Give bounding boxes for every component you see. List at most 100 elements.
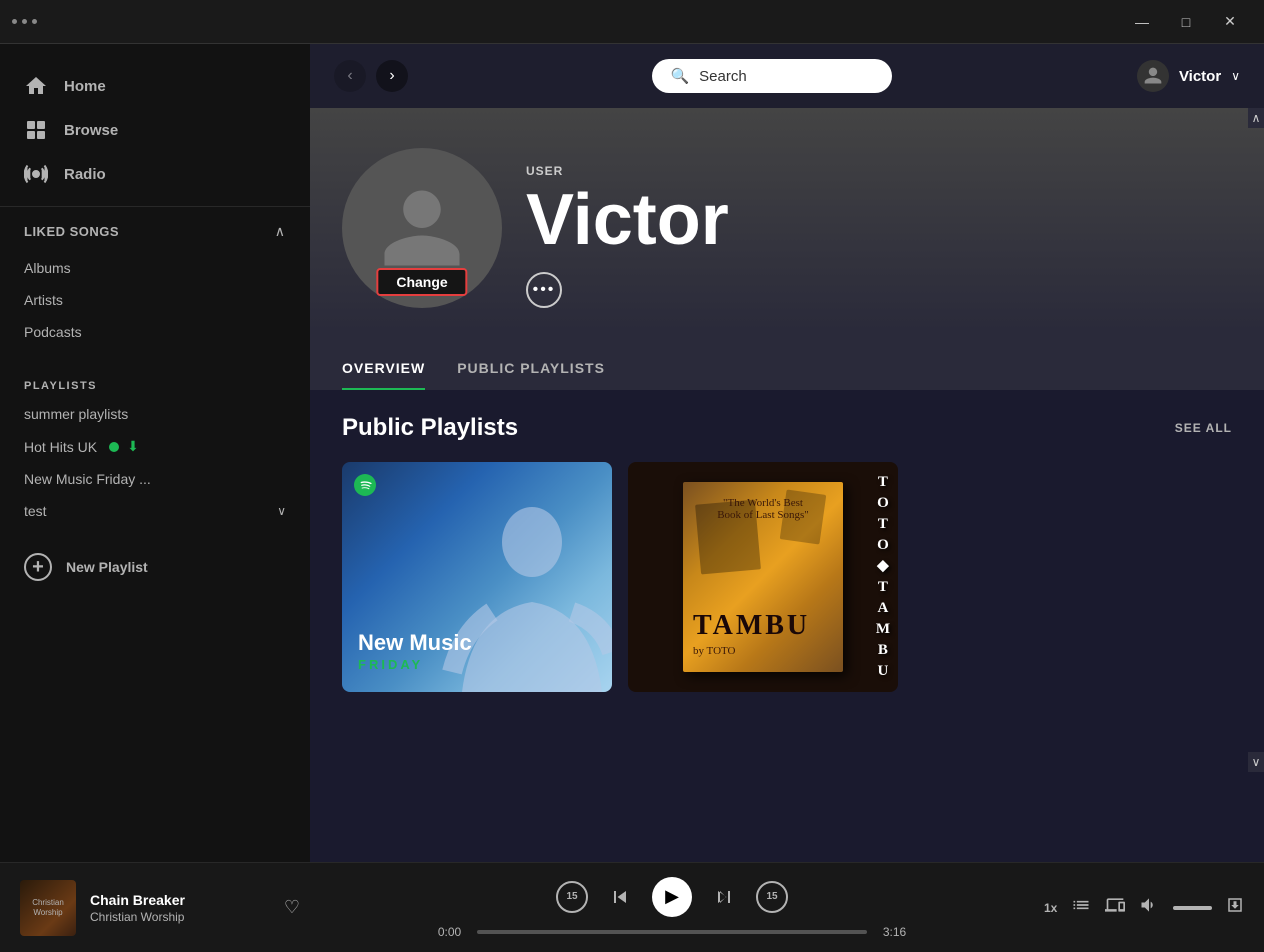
play-pause-button[interactable]: ▶ xyxy=(652,877,692,917)
sidebar-item-home[interactable]: Home xyxy=(0,64,310,108)
profile-header: Change USER Victor ••• xyxy=(310,108,1264,332)
progress-bar[interactable] xyxy=(477,930,867,934)
browse-icon xyxy=(24,118,48,142)
change-photo-button[interactable]: Change xyxy=(376,268,467,296)
tabs: OVERVIEW PUBLIC PLAYLISTS xyxy=(342,348,1232,390)
home-icon xyxy=(24,74,48,98)
new-music-friday-label: New Music Friday ... xyxy=(24,471,151,487)
scroll-down-arrow[interactable]: ∨ xyxy=(1248,752,1264,772)
window-controls: — □ ✕ xyxy=(1120,0,1252,44)
search-placeholder: Search xyxy=(699,68,747,85)
track-artist: Christian Worship xyxy=(90,910,270,924)
player-bar: Christian Worship Chain Breaker Christia… xyxy=(0,862,1264,952)
previous-button[interactable] xyxy=(608,885,632,909)
forward-arrow-icon: › xyxy=(389,67,394,85)
heart-button[interactable]: ♡ xyxy=(284,897,300,918)
main-area: Home Browse Radio Liked Songs ∧ xyxy=(0,44,1264,862)
sidebar-item-artists[interactable]: Artists xyxy=(0,284,310,316)
back-arrow-icon: ‹ xyxy=(347,67,352,85)
new-playlist-button[interactable]: + New Playlist xyxy=(0,543,310,591)
toto-side-text: TOTO◆TAMBU xyxy=(876,462,890,692)
scroll-up-arrow[interactable]: ∧ xyxy=(1248,108,1264,128)
public-playlists-title: Public Playlists xyxy=(342,414,518,442)
devices-icon[interactable] xyxy=(1105,895,1125,920)
playlists-label: PLAYLISTS xyxy=(0,368,310,398)
dot-3 xyxy=(32,19,37,24)
playlist-item-summer[interactable]: summer playlists xyxy=(0,398,310,430)
speed-button[interactable]: 1x xyxy=(1044,901,1057,915)
playlists-content-header: Public Playlists SEE ALL xyxy=(342,414,1232,442)
radio-icon xyxy=(24,162,48,186)
playlist-cards: New Music FRIDAY xyxy=(342,462,1232,692)
expand-button[interactable] xyxy=(1226,896,1244,919)
volume-icon xyxy=(1139,895,1159,920)
hot-hits-name: Hot Hits UK ⬇ xyxy=(24,438,139,455)
see-all-button[interactable]: SEE ALL xyxy=(1175,421,1232,435)
playlists-section: PLAYLISTS summer playlists Hot Hits UK ⬇… xyxy=(0,360,310,535)
library-header[interactable]: Liked Songs ∧ xyxy=(0,215,310,248)
sidebar-nav: Home Browse Radio xyxy=(0,44,310,206)
podcasts-label: Podcasts xyxy=(24,324,82,340)
tab-public-playlists[interactable]: PUBLIC PLAYLISTS xyxy=(457,348,605,390)
hot-hits-label: Hot Hits UK xyxy=(24,439,97,455)
skip-back-button[interactable]: 15 xyxy=(556,881,588,913)
user-chevron-icon: ∨ xyxy=(1231,69,1240,83)
skip-forward-button[interactable]: 15 xyxy=(756,881,788,913)
home-label: Home xyxy=(64,78,106,95)
liked-songs-label: Liked Songs xyxy=(24,224,119,239)
toto-tambu-card[interactable]: TAMBU by TOTO "The World's Best Book of … xyxy=(628,462,898,692)
sidebar-item-podcasts[interactable]: Podcasts xyxy=(0,316,310,348)
maximize-button[interactable]: □ xyxy=(1164,0,1208,44)
sidebar-item-radio[interactable]: Radio xyxy=(0,152,310,196)
public-playlists-content: Public Playlists SEE ALL xyxy=(310,390,1264,716)
playlist-item-hothits[interactable]: Hot Hits UK ⬇ xyxy=(0,430,310,463)
spotify-logo xyxy=(354,474,376,496)
user-type-label: USER xyxy=(526,164,729,178)
top-nav: ‹ › 🔍 Search Victor ∨ xyxy=(310,44,1264,108)
new-music-card-label: New Music FRIDAY xyxy=(358,631,472,672)
profile-name: Victor xyxy=(526,184,729,256)
sidebar-item-albums[interactable]: Albums xyxy=(0,252,310,284)
minimize-button[interactable]: — xyxy=(1120,0,1164,44)
new-playlist-label: New Playlist xyxy=(66,559,148,575)
toto-album-cover: TAMBU by TOTO "The World's Best Book of … xyxy=(683,482,843,672)
artists-label: Artists xyxy=(24,292,63,308)
album-art: Christian Worship xyxy=(20,880,76,936)
close-button[interactable]: ✕ xyxy=(1208,0,1252,44)
library-section: Liked Songs ∧ Albums Artists Podcasts xyxy=(0,206,310,360)
library-items: Albums Artists Podcasts xyxy=(0,248,310,352)
tab-overview[interactable]: OVERVIEW xyxy=(342,348,425,390)
queue-icon[interactable] xyxy=(1071,895,1091,920)
user-avatar-icon xyxy=(1137,60,1169,92)
test-label: test xyxy=(24,503,47,519)
new-music-friday-card[interactable]: New Music FRIDAY xyxy=(342,462,612,692)
avatar-area: Change xyxy=(342,148,502,308)
title-bar-dots xyxy=(12,19,37,24)
track-info: Chain Breaker Christian Worship xyxy=(90,892,270,924)
volume-bar[interactable] xyxy=(1173,906,1212,910)
browse-label: Browse xyxy=(64,122,118,139)
playlist-item-test[interactable]: test ∨ xyxy=(0,495,310,527)
dot-1 xyxy=(12,19,17,24)
forward-button[interactable]: › xyxy=(376,60,408,92)
user-area[interactable]: Victor ∨ xyxy=(1137,60,1240,92)
summer-playlists-label: summer playlists xyxy=(24,406,128,422)
search-bar[interactable]: 🔍 Search xyxy=(652,59,892,93)
profile-info: USER Victor ••• xyxy=(526,164,729,308)
play-icon: ▶ xyxy=(665,886,679,907)
radio-label: Radio xyxy=(64,166,106,183)
sidebar: Home Browse Radio Liked Songs ∧ xyxy=(0,44,310,862)
albums-label: Albums xyxy=(24,260,71,276)
profile-content: Change USER Victor ••• OVERVIEW PUBLIC P… xyxy=(310,108,1264,862)
more-options-button[interactable]: ••• xyxy=(526,272,562,308)
player-track: Christian Worship Chain Breaker Christia… xyxy=(20,880,300,936)
title-bar: — □ ✕ xyxy=(0,0,1264,44)
track-title: Chain Breaker xyxy=(90,892,270,908)
new-music-title: New Music xyxy=(358,631,472,655)
back-button[interactable]: ‹ xyxy=(334,60,366,92)
playlist-item-newmusic[interactable]: New Music Friday ... xyxy=(0,463,310,495)
next-button[interactable] xyxy=(712,885,736,909)
sidebar-item-browse[interactable]: Browse xyxy=(0,108,310,152)
content-area: ∧ ∨ ‹ › 🔍 Search Vict xyxy=(310,44,1264,862)
search-icon: 🔍 xyxy=(670,67,689,85)
